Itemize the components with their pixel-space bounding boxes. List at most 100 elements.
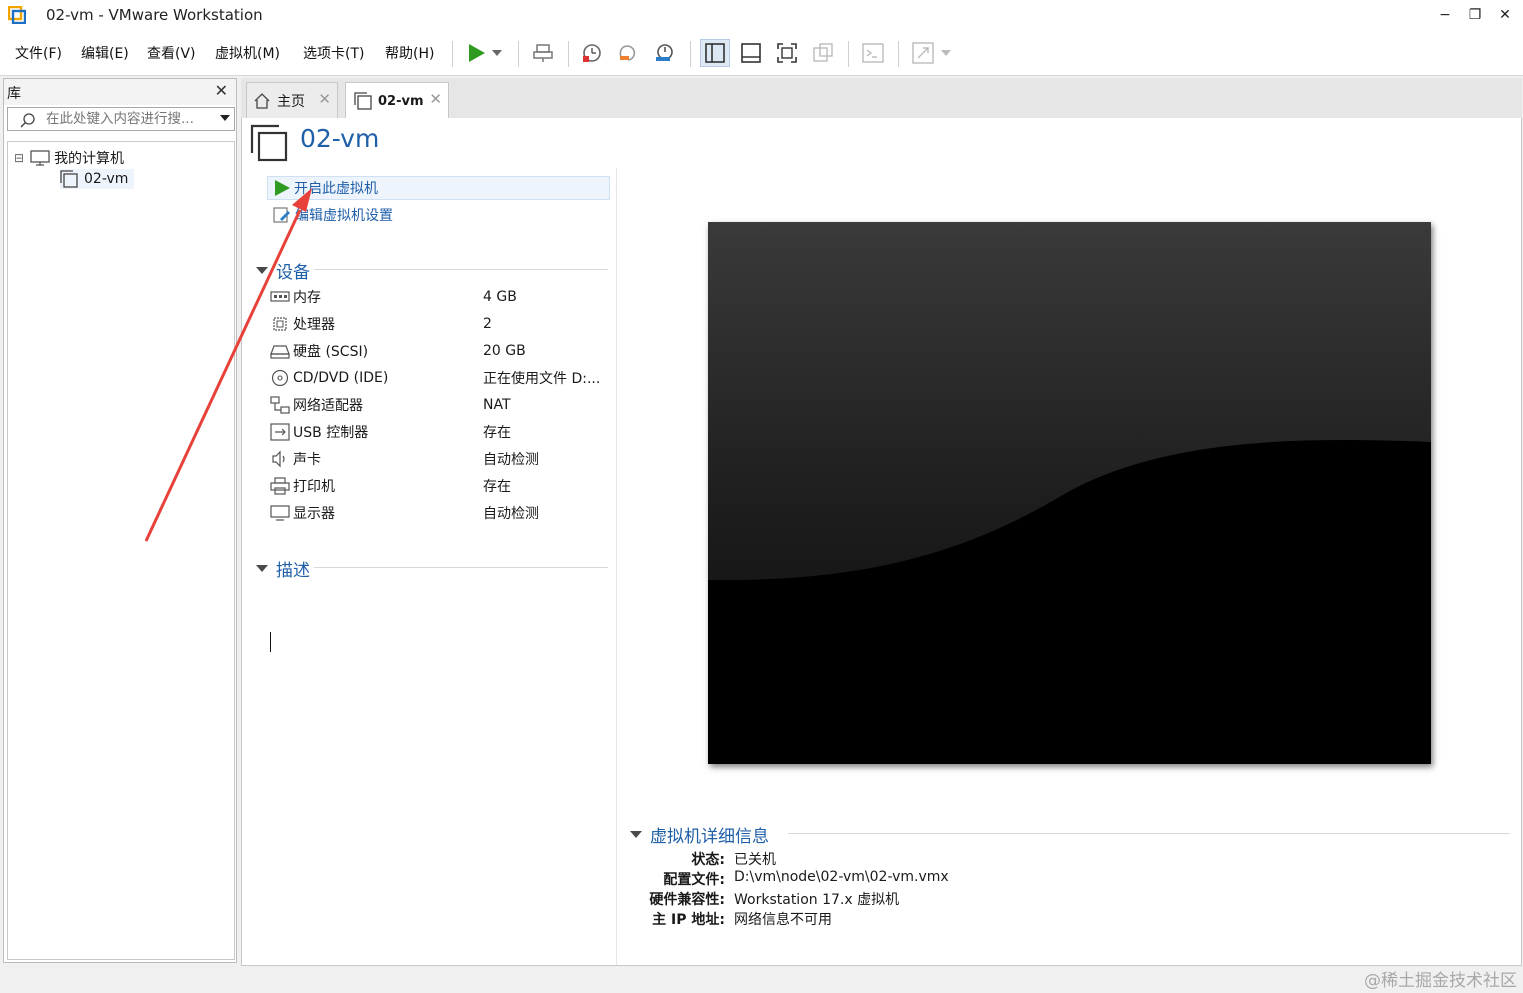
tab-label: 02-vm [378,93,424,109]
search-icon [20,113,35,128]
thumbnail-view-button[interactable] [736,39,766,67]
library-view-button[interactable] [700,39,730,67]
device-row-memory[interactable]: 内存 4 GB [270,286,610,308]
device-name: USB 控制器 [293,425,369,441]
menu-view[interactable]: 查看(V) [147,43,196,63]
unity-button[interactable] [808,39,838,67]
tab-home[interactable]: 主页 ✕ [246,82,338,118]
printer-icon [270,477,290,495]
usb-icon [270,423,290,441]
edit-settings-icon [273,207,290,223]
tab-close-button[interactable]: ✕ [429,90,442,108]
device-row-display[interactable]: 显示器 自动检测 [270,502,610,524]
tab-02-vm[interactable]: 02-vm ✕ [345,82,449,119]
collapse-triangle-icon[interactable] [256,565,268,572]
console-icon [862,43,884,63]
device-row-usb[interactable]: USB 控制器 存在 [270,421,610,443]
description-title: 描述 [276,561,310,581]
devices-section-header[interactable]: 设备 [256,258,310,283]
vm-icon [354,92,372,110]
description-section-header[interactable]: 描述 [256,556,310,581]
snapshot-take-icon [583,44,601,62]
snapshot-manager-button[interactable] [649,39,679,67]
detail-row-config-file: 配置文件: D:\vm\node\02-vm\02-vm.vmx [618,869,1518,889]
device-row-printer[interactable]: 打印机 存在 [270,475,610,497]
edit-vm-settings-link[interactable]: 编辑虚拟机设置 [267,203,393,227]
tree-item-label: 02-vm [84,171,129,187]
device-row-network[interactable]: 网络适配器 NAT [270,394,610,416]
device-row-sound[interactable]: 声卡 自动检测 [270,448,610,470]
console-button[interactable] [858,39,888,67]
library-view-icon [705,43,725,63]
send-keys-button[interactable] [528,39,558,67]
stretch-view-icon [912,42,934,64]
fullscreen-icon [777,43,797,63]
description-text-caret[interactable] [270,632,271,652]
processor-icon [273,317,287,331]
device-value: 正在使用文件 D:... [483,371,601,387]
snapshot-take-button[interactable] [577,39,607,67]
device-row-harddisk[interactable]: 硬盘 (SCSI) 20 GB [270,340,610,362]
action-label: 开启此虚拟机 [294,181,378,197]
collapse-triangle-icon[interactable] [256,267,268,274]
vm-screen-thumbnail[interactable] [708,222,1431,764]
close-window-button[interactable]: ✕ [1490,4,1520,26]
restore-button[interactable]: ❐ [1460,4,1490,26]
minimize-button[interactable]: − [1430,4,1460,26]
tab-close-button[interactable]: ✕ [318,90,331,108]
collapse-triangle-icon[interactable] [630,831,642,838]
vm-content-area: 02-vm 开启此虚拟机 编辑虚拟机设置 设备 内存 4 GB 处理器 2 硬盘… [241,118,1522,966]
device-value: 20 GB [483,343,526,359]
chevron-down-icon [492,50,502,56]
vm-details-section-header[interactable]: 虚拟机详细信息 [630,822,769,847]
library-search-input[interactable] [46,110,208,128]
device-row-processor[interactable]: 处理器 2 [270,313,610,335]
toolbar-separator [690,41,691,67]
device-value: 自动检测 [483,506,539,522]
snapshot-revert-button[interactable] [613,39,643,67]
window-title: 02-vm - VMware Workstation [46,6,263,24]
tree-item-label: 我的计算机 [54,151,125,167]
detail-label: 主 IP 地址: [652,912,725,928]
chevron-down-icon [941,50,951,56]
watermark-text: @稀土掘金技术社区 [1364,971,1517,991]
menu-help[interactable]: 帮助(H) [385,43,434,63]
toolbar-separator [898,41,899,67]
action-label: 编辑虚拟机设置 [295,208,393,224]
stretch-view-button[interactable] [908,39,938,67]
home-icon [254,92,270,109]
menu-vm[interactable]: 虚拟机(M) [215,43,280,63]
power-on-vm-link[interactable]: 开启此虚拟机 [267,176,610,200]
toolbar-separator [568,41,569,67]
device-name: 打印机 [293,479,335,495]
menu-edit[interactable]: 编辑(E) [81,43,129,63]
search-dropdown-icon[interactable] [220,115,230,121]
title-bar: 02-vm - VMware Workstation − ❐ ✕ [0,0,1523,31]
library-title: 库 [7,86,21,102]
detail-value: 已关机 [734,852,776,868]
send-keys-icon [533,44,553,62]
tree-item-my-computer[interactable]: ⊟ 我的计算机 [14,148,124,168]
power-on-icon [469,44,485,62]
device-row-cd-dvd[interactable]: CD/DVD (IDE) 正在使用文件 D:... [270,367,610,389]
sound-icon [272,450,285,468]
vm-preview-pane: 虚拟机详细信息 状态: 已关机 配置文件: D:\vm\node\02-vm\0… [618,168,1521,965]
library-close-button[interactable]: ✕ [215,81,228,100]
menu-tabs[interactable]: 选项卡(T) [303,43,364,63]
tab-strip: 主页 ✕ 02-vm ✕ [241,78,1522,119]
device-name: 内存 [293,290,321,306]
device-name: 处理器 [293,317,335,333]
detail-value: D:\vm\node\02-vm\02-vm.vmx [734,869,949,885]
tree-item-02-vm[interactable]: 02-vm [60,169,135,189]
power-dropdown-button[interactable] [487,39,507,67]
toolbar-separator [452,41,453,67]
detail-row-ip-address: 主 IP 地址: 网络信息不可用 [618,909,1518,929]
devices-title: 设备 [276,263,310,283]
stretch-dropdown-button[interactable] [938,39,954,67]
menu-file[interactable]: 文件(F) [15,43,62,63]
section-divider [314,269,608,270]
library-search-box[interactable] [7,107,235,131]
fullscreen-button[interactable] [772,39,802,67]
collapse-icon[interactable]: ⊟ [14,151,24,165]
memory-icon [270,291,290,302]
